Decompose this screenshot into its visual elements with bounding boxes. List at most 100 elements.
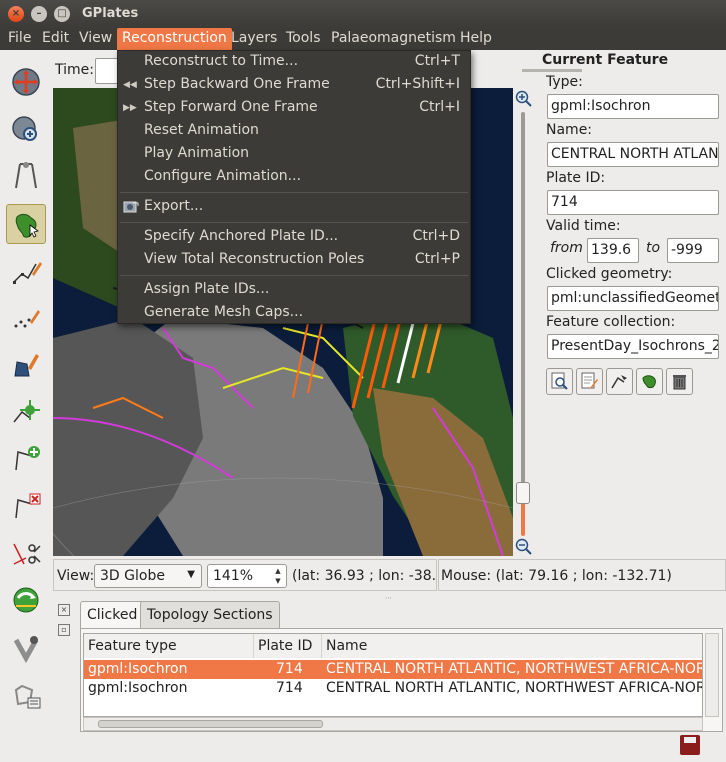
menu-help[interactable]: Help [455, 28, 497, 50]
status-bar [0, 732, 726, 762]
magnifier-icon [551, 372, 568, 390]
menu-item-reconstruct-to-time[interactable]: Reconstruct to Time... Ctrl+T [118, 51, 470, 73]
menu-edit[interactable]: Edit [37, 28, 74, 50]
menu-file[interactable]: File [3, 28, 36, 50]
valid-time-label: Valid time: [546, 218, 621, 234]
delete-vertex-tool[interactable] [6, 486, 46, 526]
valid-from-field[interactable]: 139.6 [587, 238, 639, 263]
table-horizontal-scrollbar[interactable] [83, 717, 703, 731]
view-bar: View: 3D Globe ▼ 141% ▲ ▼ (lat: 36.93 ; lon… [53, 559, 437, 591]
menu-palaeomagnetism[interactable]: Palaeomagnetism [326, 28, 461, 50]
move-geometry-button[interactable] [606, 368, 633, 395]
spin-up-icon[interactable]: ▲ [272, 566, 284, 576]
projection-select[interactable]: 3D Globe ▼ [94, 564, 202, 588]
measure-distance-tool[interactable] [6, 156, 46, 196]
menu-view[interactable]: View [74, 28, 117, 50]
menu-item-label: Play Animation [144, 145, 250, 161]
tab-topology-sections[interactable]: Topology Sections [140, 601, 280, 628]
menu-item-assign-plate-ids[interactable]: Assign Plate IDs... [118, 279, 470, 301]
insert-vertex-icon [15, 446, 40, 471]
clicked-table-container: Feature type Plate ID Name gpml:Isochron… [80, 628, 723, 732]
build-topology-tool[interactable] [6, 580, 46, 620]
build-boundary-tool[interactable] [6, 676, 46, 716]
zoom-out-icon[interactable] [515, 538, 532, 555]
menu-tools[interactable]: Tools [281, 28, 326, 50]
menu-item-step-forward[interactable]: ▶▶ Step Forward One Frame Ctrl+I [118, 97, 470, 119]
row-feature-type: gpml:Isochron [88, 680, 188, 696]
unsaved-changes-icon[interactable] [680, 735, 700, 755]
tab-clicked[interactable]: Clicked [80, 601, 145, 630]
menu-item-reset-animation[interactable]: Reset Animation [118, 120, 470, 142]
scrollbar-thumb[interactable] [98, 720, 323, 728]
mouse-coordinates-bar: Mouse: (lat: 79.16 ; lon: -132.71) [438, 559, 726, 591]
menu-item-label: View Total Reconstruction Poles [144, 251, 365, 267]
zoom-value: 141% [213, 568, 254, 584]
clone-feature-button[interactable] [636, 368, 663, 395]
zoom-spinbox[interactable]: 141% ▲ ▼ [207, 564, 287, 588]
menu-item-export[interactable]: Export... [118, 196, 470, 218]
drag-globe-tool[interactable] [6, 62, 46, 102]
menu-separator [120, 275, 468, 276]
menu-item-configure-animation[interactable]: Configure Animation... [118, 166, 470, 188]
maximize-button[interactable]: □ [54, 6, 70, 22]
menu-item-view-total-reconstruction-poles[interactable]: View Total Reconstruction Poles Ctrl+P [118, 249, 470, 271]
name-label: Name: [546, 122, 593, 138]
feature-collection-label: Feature collection: [546, 314, 676, 330]
trash-icon [673, 375, 686, 390]
zoom-track[interactable] [521, 112, 525, 530]
dock-float-icon[interactable]: ▫ [58, 624, 70, 636]
splitter-handle[interactable]: ⋯ [385, 594, 395, 602]
table-row[interactable]: gpml:Isochron 714 CENTRAL NORTH ATLANTIC… [84, 679, 702, 698]
delete-feature-button[interactable] [666, 368, 693, 395]
zoom-globe-tool[interactable] [6, 110, 46, 150]
clicked-geometry-field[interactable]: pml:unclassifiedGeometry [547, 286, 719, 311]
digitise-polygon-tool[interactable] [6, 344, 46, 384]
minimize-button[interactable]: – [31, 6, 47, 22]
choose-feature-tool[interactable] [6, 204, 46, 244]
clone-icon [642, 375, 656, 389]
digitise-multipoint-tool[interactable] [6, 298, 46, 338]
menu-item-step-backward[interactable]: ◀◀ Step Backward One Frame Ctrl+Shift+I [118, 74, 470, 96]
name-field[interactable]: CENTRAL NORTH ATLANTI [547, 142, 719, 167]
column-plate-id[interactable]: Plate ID [254, 634, 322, 658]
split-feature-tool[interactable] [6, 534, 46, 574]
menu-layers[interactable]: Layers [226, 28, 282, 50]
digitise-polyline-tool[interactable] [6, 252, 46, 292]
close-button[interactable]: × [8, 6, 24, 22]
spin-down-icon[interactable]: ▼ [272, 576, 284, 586]
column-feature-type[interactable]: Feature type [84, 634, 254, 658]
mouse-coordinates: Mouse: (lat: 79.16 ; lon: -132.71) [441, 568, 672, 584]
menu-item-generate-mesh-caps[interactable]: Generate Mesh Caps... [118, 302, 470, 324]
edit-topology-tool[interactable] [6, 628, 46, 668]
feature-collection-field[interactable]: PresentDay_Isochrons_20 [547, 334, 719, 359]
menu-item-specify-anchored-plate-id[interactable]: Specify Anchored Plate ID... Ctrl+D [118, 226, 470, 248]
query-feature-button[interactable] [546, 368, 573, 395]
move-vertex-tool[interactable] [6, 392, 46, 432]
zoom-handle[interactable] [516, 482, 530, 504]
insert-vertex-tool[interactable] [6, 438, 46, 478]
edit-feature-button[interactable] [576, 368, 603, 395]
dock-close-icon[interactable]: × [58, 604, 70, 616]
table-vertical-scrollbar[interactable] [705, 633, 719, 717]
column-name[interactable]: Name [322, 634, 702, 658]
gplates-window: × – □ GPlates File Edit View Reconstruct… [0, 0, 726, 762]
step-backward-icon: ◀◀ [123, 80, 137, 90]
valid-to-field[interactable]: -999 [667, 238, 719, 263]
to-label: to [646, 240, 661, 256]
type-field[interactable]: gpml:Isochron [547, 94, 719, 119]
menu-reconstruction[interactable]: Reconstruction [117, 28, 232, 50]
split-feature-icon [13, 543, 41, 565]
digitise-polyline-icon [13, 262, 42, 284]
row-name: CENTRAL NORTH ATLANTIC, NORTHWEST AFRICA… [326, 680, 702, 696]
row-plate-id: 714 [276, 661, 303, 677]
plate-id-field[interactable]: 714 [547, 190, 719, 215]
row-name: CENTRAL NORTH ATLANTIC, NORTHWEST AFRICA… [326, 661, 702, 677]
clicked-features-table[interactable]: Feature type Plate ID Name gpml:Isochron… [83, 633, 703, 717]
menu-item-label: Step Forward One Frame [144, 99, 318, 115]
zoom-in-icon[interactable] [515, 90, 532, 107]
menu-item-label: Export... [144, 198, 204, 214]
table-row[interactable]: gpml:Isochron 714 CENTRAL NORTH ATLANTIC… [84, 660, 702, 679]
menu-item-play-animation[interactable]: Play Animation [118, 143, 470, 165]
clicked-features-dock: × ▫ Clicked Topology Sections Feature ty… [53, 600, 726, 732]
menu-item-shortcut: Ctrl+D [412, 228, 460, 244]
